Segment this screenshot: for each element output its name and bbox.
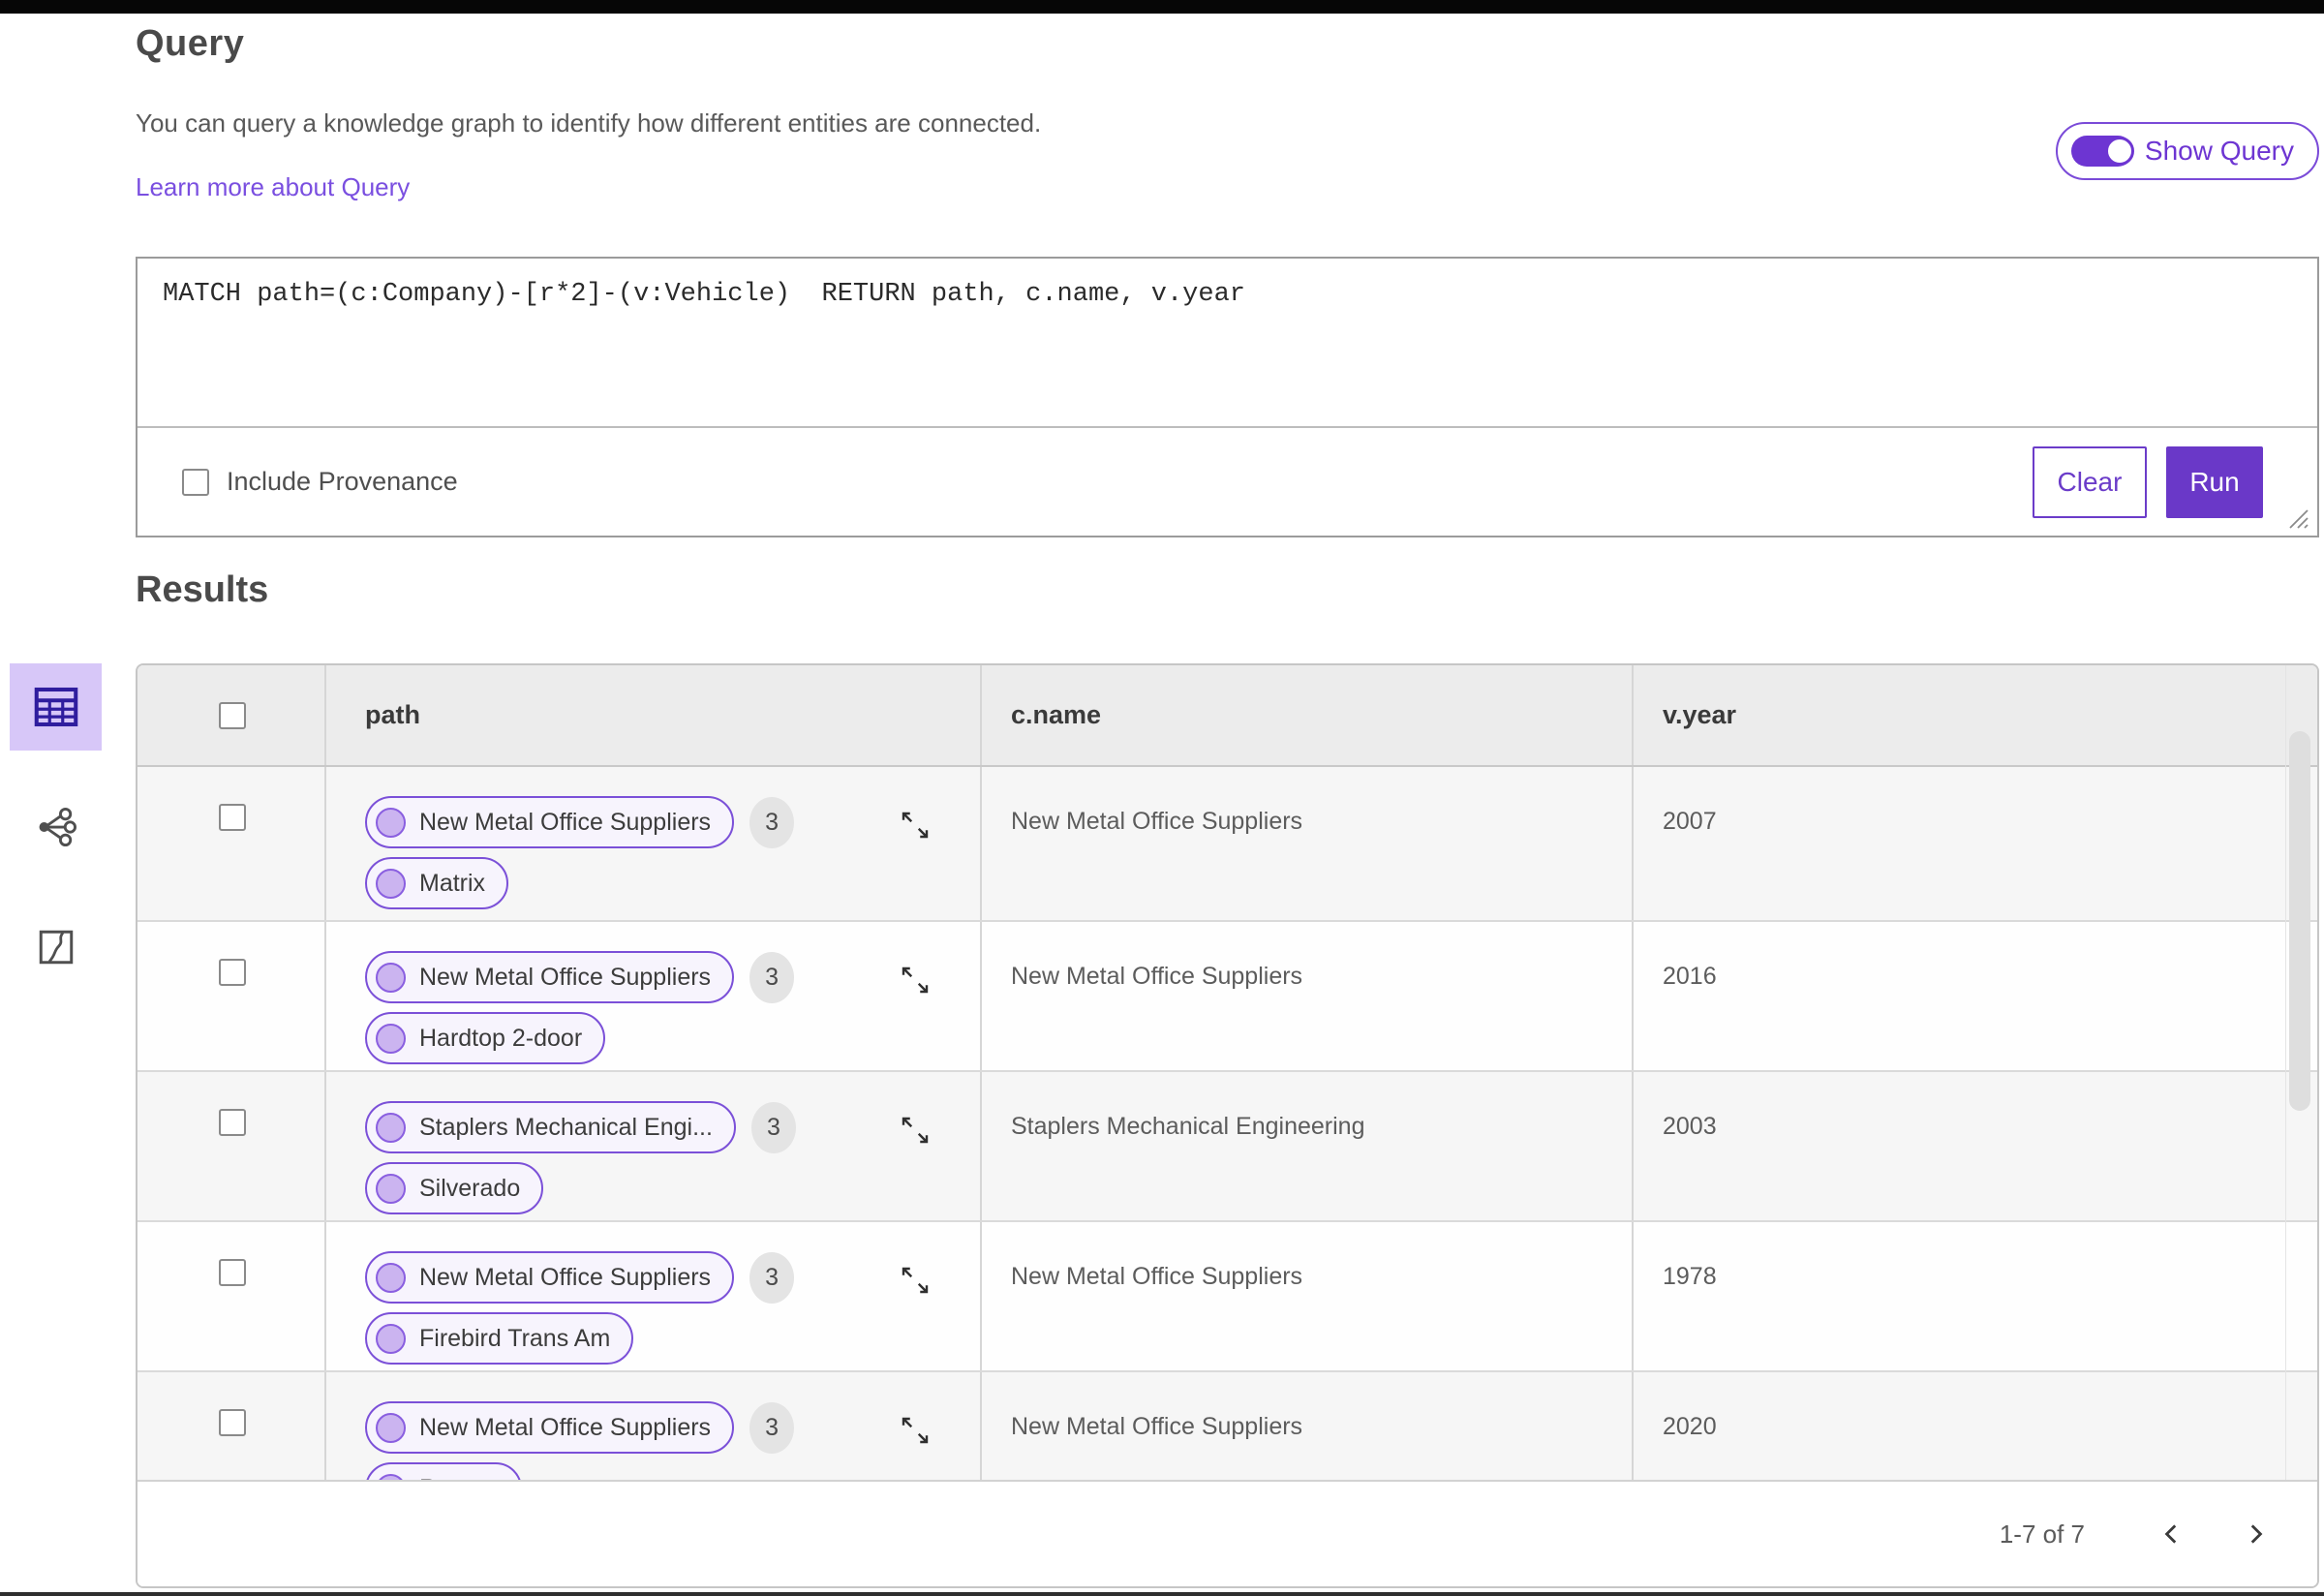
expand-path-icon[interactable] (898, 808, 933, 843)
cname-cell: New Metal Office Suppliers (1011, 1413, 1303, 1440)
row-checkbox[interactable] (219, 1409, 246, 1436)
table-row: New Metal Office Suppliers 3 Matrix New … (138, 767, 2317, 922)
results-heading: Results (136, 569, 269, 610)
previous-page-button[interactable] (2153, 1515, 2191, 1553)
edge-count-badge: 3 (750, 1101, 796, 1153)
graph-network-icon (39, 807, 76, 847)
next-page-button[interactable] (2236, 1515, 2275, 1553)
table-row: Staplers Mechanical Engi... 3 Silverado … (138, 1072, 2317, 1222)
node-dot-icon (376, 1323, 406, 1354)
expand-path-icon[interactable] (898, 1113, 933, 1148)
path-node-label: New Metal Office Suppliers (419, 808, 712, 836)
chevron-right-icon (2250, 1524, 2263, 1544)
path-node-pill[interactable]: Staplers Mechanical Engi... (365, 1101, 736, 1153)
edge-count-badge: 3 (749, 951, 795, 1003)
path-node-pill[interactable]: New Metal Office Suppliers (365, 796, 735, 848)
cname-cell: New Metal Office Suppliers (1011, 808, 1303, 835)
table-header-row: path c.name v.year (138, 665, 2317, 767)
path-node-label: Matrix (419, 869, 486, 897)
table-icon (34, 687, 77, 727)
path-node-pill[interactable]: Hardtop 2-door (365, 1012, 606, 1064)
select-all-checkbox[interactable] (219, 702, 246, 729)
query-panel-footer: Include Provenance Clear Run (138, 428, 2317, 536)
scrollbar-track (2285, 665, 2286, 1484)
node-dot-icon (376, 1023, 406, 1054)
query-panel: MATCH path=(c:Company)-[r*2]-(v:Vehicle)… (136, 257, 2319, 537)
path-node-label: Firebird Trans Am (419, 1324, 611, 1352)
edge-count-badge: 3 (749, 1401, 795, 1454)
expand-path-icon[interactable] (898, 1413, 933, 1448)
node-dot-icon (376, 1173, 406, 1204)
vyear-cell: 2003 (1663, 1113, 1717, 1140)
column-header-path: path (365, 700, 420, 729)
path-node-pill[interactable]: New Metal Office Suppliers (365, 1401, 735, 1454)
cname-cell: Staplers Mechanical Engineering (1011, 1113, 1365, 1140)
vyear-cell: 2020 (1663, 1413, 1717, 1440)
map-route-icon (39, 930, 73, 965)
vyear-cell: 1978 (1663, 1263, 1717, 1290)
row-checkbox[interactable] (219, 959, 246, 986)
row-checkbox[interactable] (219, 1109, 246, 1136)
column-header-cname: c.name (1011, 700, 1102, 729)
node-dot-icon (376, 868, 406, 899)
chevron-left-icon (2164, 1524, 2177, 1544)
expand-path-icon[interactable] (898, 963, 933, 998)
cname-cell: New Metal Office Suppliers (1011, 1263, 1303, 1290)
path-node-pill[interactable]: Matrix (365, 857, 509, 909)
toggle-switch-icon[interactable] (2070, 136, 2134, 167)
expand-path-icon[interactable] (898, 1263, 933, 1298)
vyear-cell: 2007 (1663, 808, 1717, 835)
results-view-rail (10, 663, 102, 991)
pagination-range: 1-7 of 7 (1999, 1519, 2085, 1549)
row-checkbox[interactable] (219, 804, 246, 831)
table-pagination: 1-7 of 7 (138, 1480, 2317, 1586)
table-row: New Metal Office Suppliers 3 Hardtop 2-d… (138, 922, 2317, 1072)
clear-button[interactable]: Clear (2033, 445, 2147, 518)
vyear-cell: 2016 (1663, 963, 1717, 990)
show-query-label: Show Query (2144, 136, 2294, 166)
page-description: You can query a knowledge graph to ident… (136, 108, 1042, 138)
window-top-bar (0, 0, 2324, 14)
path-node-pill[interactable]: New Metal Office Suppliers (365, 951, 735, 1003)
path-node-pill[interactable]: New Metal Office Suppliers (365, 1251, 735, 1304)
cname-cell: New Metal Office Suppliers (1011, 963, 1303, 990)
path-node-label: New Metal Office Suppliers (419, 1413, 712, 1441)
results-table: path c.name v.year New Metal Office Supp… (136, 663, 2319, 1588)
table-row: New Metal Office Suppliers 3 Firebird Tr… (138, 1222, 2317, 1372)
path-node-label: Silverado (419, 1174, 521, 1202)
query-page: Query You can query a knowledge graph to… (0, 0, 2324, 1596)
path-node-label: New Metal Office Suppliers (419, 963, 712, 991)
table-view-button[interactable] (10, 663, 102, 751)
path-node-pill[interactable]: Silverado (365, 1162, 544, 1214)
include-provenance-label: Include Provenance (227, 467, 458, 496)
row-checkbox[interactable] (219, 1259, 246, 1286)
edge-count-badge: 3 (749, 796, 795, 848)
column-header-vyear: v.year (1663, 700, 1737, 729)
include-provenance-checkbox[interactable] (182, 468, 209, 496)
run-button[interactable]: Run (2166, 445, 2263, 518)
learn-more-link[interactable]: Learn more about Query (136, 172, 410, 202)
path-node-label: New Metal Office Suppliers (419, 1263, 712, 1291)
edge-count-badge: 3 (749, 1251, 795, 1304)
path-node-pill[interactable]: Firebird Trans Am (365, 1312, 634, 1365)
scrollbar-thumb[interactable] (2289, 731, 2310, 1111)
node-dot-icon (376, 1112, 406, 1143)
toggle-knob (2104, 137, 2134, 166)
header-checkbox-cell (138, 665, 326, 765)
path-node-label: Staplers Mechanical Engi... (419, 1113, 713, 1141)
query-input[interactable]: MATCH path=(c:Company)-[r*2]-(v:Vehicle)… (138, 259, 2317, 426)
show-query-toggle[interactable]: Show Query (2055, 122, 2319, 180)
table-row: New Metal Office Suppliers 3 Ranger New … (138, 1372, 2317, 1484)
node-dot-icon (376, 962, 406, 993)
graph-view-button[interactable] (10, 783, 102, 871)
path-node-label: Hardtop 2-door (419, 1024, 583, 1052)
map-view-button[interactable] (10, 904, 102, 991)
node-dot-icon (376, 807, 406, 838)
node-dot-icon (376, 1262, 406, 1293)
page-title: Query (136, 23, 245, 64)
node-dot-icon (376, 1412, 406, 1443)
